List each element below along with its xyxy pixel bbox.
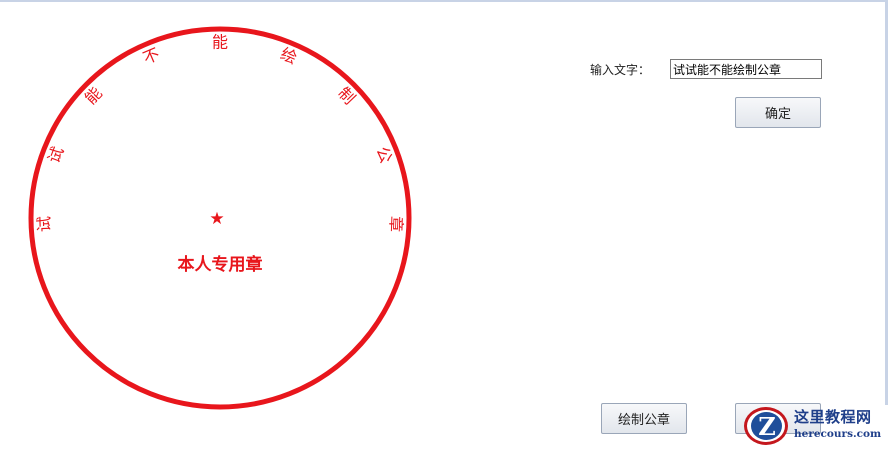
seal-ring-char: 试: [44, 144, 67, 166]
seal-star-icon: ★: [209, 209, 224, 229]
confirm-button[interactable]: 确定: [735, 97, 821, 128]
seal-ring-char: 试: [34, 216, 54, 233]
input-label: 输入文字：: [590, 63, 651, 77]
seal-ring-char: 能: [212, 33, 228, 52]
seal-canvas: 试试能不能绘制公章 ★ 本人专用章: [28, 26, 412, 410]
logo-letter: Z: [758, 411, 776, 441]
seal-text-input[interactable]: [670, 59, 822, 79]
seal-ring-char: 公: [373, 144, 396, 166]
watermark-logo: Z 这里教程网 herecours.com: [742, 398, 888, 449]
draw-seal-button[interactable]: 绘制公章: [601, 403, 687, 434]
seal-center-text: 本人专用章: [178, 254, 263, 275]
logo-cn-text: 这里教程网: [794, 408, 872, 426]
logo-en-text: herecours.com: [794, 428, 882, 440]
seal-ring-char: 章: [386, 216, 406, 233]
